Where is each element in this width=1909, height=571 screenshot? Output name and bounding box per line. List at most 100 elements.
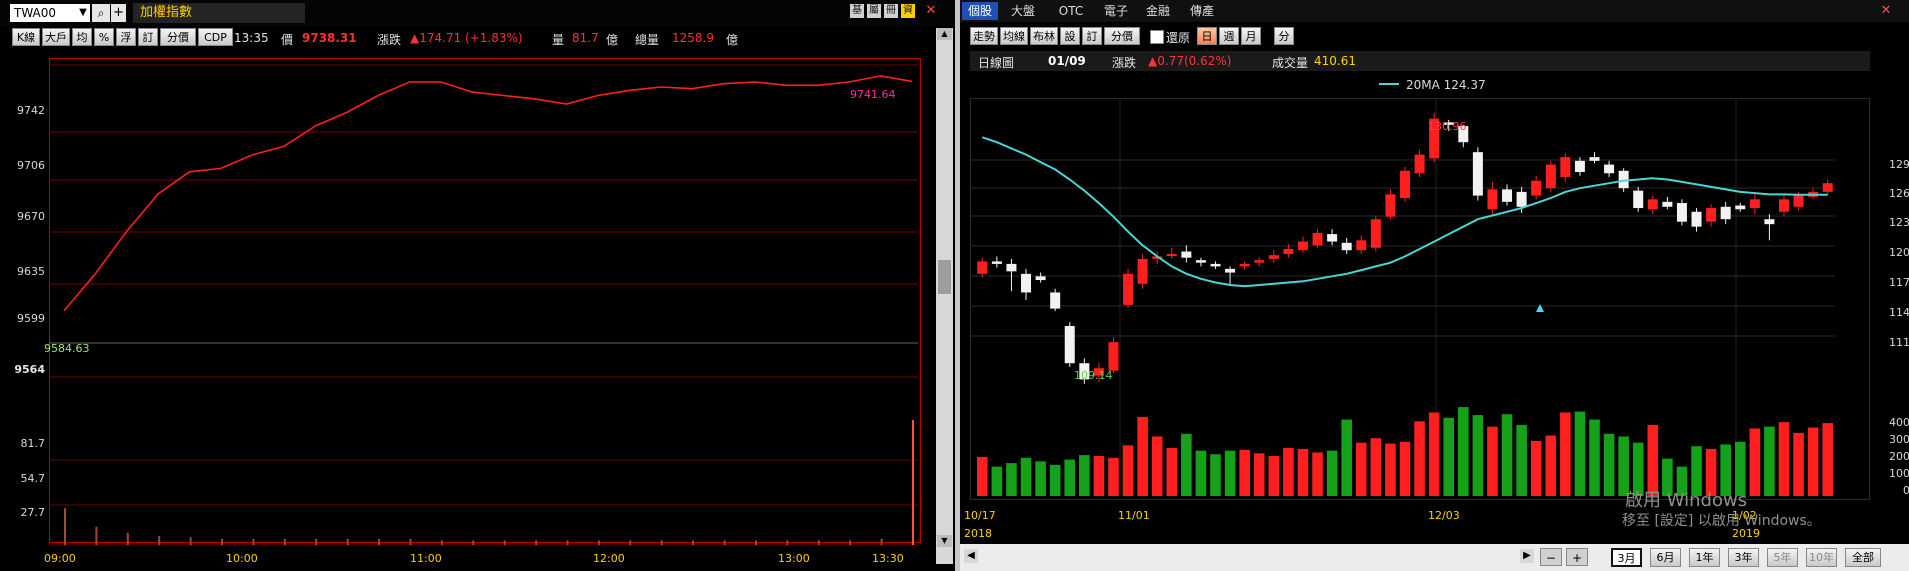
candle-body-27	[1370, 219, 1381, 248]
bollinger-button[interactable]: 布林	[1030, 27, 1058, 45]
header-icon-attribute[interactable]: 屬	[867, 4, 883, 20]
candle-body-18	[1239, 263, 1250, 267]
weekly-button[interactable]: 週	[1219, 27, 1239, 45]
range-10y-button[interactable]: 10年	[1806, 548, 1837, 567]
intraday-volume-bar-7	[283, 538, 286, 545]
change-value-right: ▲0.77(0.62%)	[1148, 54, 1232, 68]
daily-volume-bar-11	[1137, 416, 1148, 496]
tab-market[interactable]: 大盤	[1005, 2, 1041, 20]
tab-finance[interactable]: 金融	[1140, 2, 1176, 20]
order-button-right[interactable]: 訂	[1082, 27, 1102, 45]
minute-button[interactable]: 分	[1274, 27, 1294, 45]
daily-volume-bar-39	[1545, 435, 1557, 496]
range-3y-button[interactable]: 3年	[1728, 548, 1759, 567]
date-year-0: 2018	[964, 527, 992, 540]
daily-volume-bar-35	[1487, 426, 1498, 496]
candle-body-37	[1516, 191, 1527, 207]
moving-average-button[interactable]: 均線	[1000, 27, 1028, 45]
scroll-thumb[interactable]	[938, 260, 951, 294]
intraday-volume-bar-10	[378, 538, 381, 545]
time-tick-5: 13:30	[872, 552, 904, 565]
restore-checkbox[interactable]	[1150, 30, 1164, 44]
daily-volume-bar-26	[1355, 442, 1367, 496]
volume-unit: 億	[606, 33, 619, 47]
left-arrow-icon[interactable]: ◀	[964, 549, 978, 563]
order-button[interactable]: 訂	[138, 28, 158, 46]
candle-body-51	[1720, 206, 1731, 220]
daily-volume-bar-19	[1253, 453, 1265, 496]
candle-body-17	[1225, 268, 1236, 273]
price-tick-0: 9742	[17, 104, 45, 117]
range-3m-button[interactable]: 3月	[1611, 548, 1642, 567]
intraday-chart	[49, 64, 918, 546]
header-icon-basic[interactable]: 基	[850, 4, 866, 20]
tab-otc[interactable]: OTC	[1052, 2, 1090, 20]
candle-body-25	[1341, 242, 1352, 251]
right-price-tick-0: 129	[1889, 158, 1909, 171]
daily-volume-bar-36	[1501, 414, 1513, 496]
symbol-input[interactable]: TWA00	[10, 4, 84, 22]
daily-volume-bar-34	[1472, 415, 1484, 496]
candle-body-28	[1385, 194, 1396, 217]
daily-volume-bar-22	[1297, 448, 1309, 496]
windows-watermark-subtitle: 移至 [設定] 以啟用 Windows。	[1622, 513, 1821, 529]
search-icon: ⌕	[97, 6, 105, 20]
zoom-out-button[interactable]: −	[1540, 548, 1562, 566]
close-icon[interactable]: ✕	[923, 3, 939, 19]
average-button[interactable]: 均	[72, 28, 92, 46]
quote-time: 13:35	[234, 31, 269, 45]
daily-high-label: 130.96	[1428, 120, 1467, 133]
range-5y-button[interactable]: 5年	[1767, 548, 1798, 567]
settings-button[interactable]: 設	[1060, 27, 1080, 45]
monthly-button[interactable]: 月	[1241, 27, 1261, 45]
k-line-button[interactable]: K線	[12, 28, 40, 46]
header-icon-book[interactable]: 冊	[884, 4, 900, 20]
candle-body-9	[1108, 342, 1119, 371]
symbol-dropdown-button[interactable]: ▼	[76, 4, 90, 22]
right-volume-tick-3: 100	[1889, 467, 1909, 480]
candle-body-10	[1123, 273, 1134, 305]
zoom-in-button[interactable]: +	[1566, 548, 1588, 566]
candle-body-26	[1356, 240, 1367, 251]
big-holder-button[interactable]: 大戶	[42, 28, 70, 46]
tab-traditional[interactable]: 傳產	[1184, 2, 1220, 20]
candle-body-36	[1502, 189, 1513, 202]
vertical-scrollbar[interactable]	[936, 28, 953, 564]
candle-body-22	[1297, 241, 1308, 251]
add-button[interactable]: +	[111, 4, 126, 22]
trend-button[interactable]: 走勢	[970, 27, 998, 45]
scroll-down-icon[interactable]: ▼	[937, 535, 952, 547]
daily-volume-bar-7	[1079, 455, 1090, 496]
intraday-volume-bar-17	[597, 540, 600, 545]
tab-stock[interactable]: 個股	[962, 2, 998, 20]
right-volume-tick-2: 200	[1889, 450, 1909, 463]
close-icon[interactable]: ✕	[1878, 3, 1894, 19]
cdp-button[interactable]: CDP	[198, 28, 233, 46]
price-distribution-button[interactable]: 分價	[160, 28, 196, 46]
volume-label-right: 成交量	[1272, 56, 1309, 70]
intraday-volume-bar-6	[252, 538, 255, 545]
daily-volume-bar-20	[1268, 456, 1280, 496]
range-6m-button[interactable]: 6月	[1650, 548, 1681, 567]
percent-button[interactable]: %	[94, 28, 114, 46]
volume-tick-0: 81.7	[20, 437, 46, 450]
right-arrow-icon[interactable]: ▶	[1520, 549, 1534, 563]
range-1y-button[interactable]: 1年	[1689, 548, 1720, 567]
daily-button[interactable]: 日	[1197, 27, 1217, 45]
candle-body-4	[1035, 276, 1046, 281]
search-button[interactable]: ⌕	[92, 4, 110, 22]
float-button[interactable]: 浮	[116, 28, 136, 46]
chart-info-bar	[970, 51, 1870, 71]
range-all-button[interactable]: 全部	[1845, 548, 1881, 567]
header-icon-data[interactable]: 資	[901, 4, 917, 20]
candle-body-11	[1137, 258, 1148, 284]
candle-body-35	[1487, 189, 1498, 210]
daily-volume-bar-40	[1560, 412, 1571, 496]
candle-body-6	[1064, 325, 1075, 364]
price-distribution-button-right[interactable]: 分價	[1104, 27, 1140, 45]
scroll-up-icon[interactable]: ▲	[937, 28, 952, 40]
daily-volume-bar-25	[1341, 419, 1352, 496]
daily-volume-bar-17	[1224, 450, 1236, 496]
daily-volume-bar-8	[1093, 456, 1105, 496]
tab-electronics[interactable]: 電子	[1098, 2, 1134, 20]
